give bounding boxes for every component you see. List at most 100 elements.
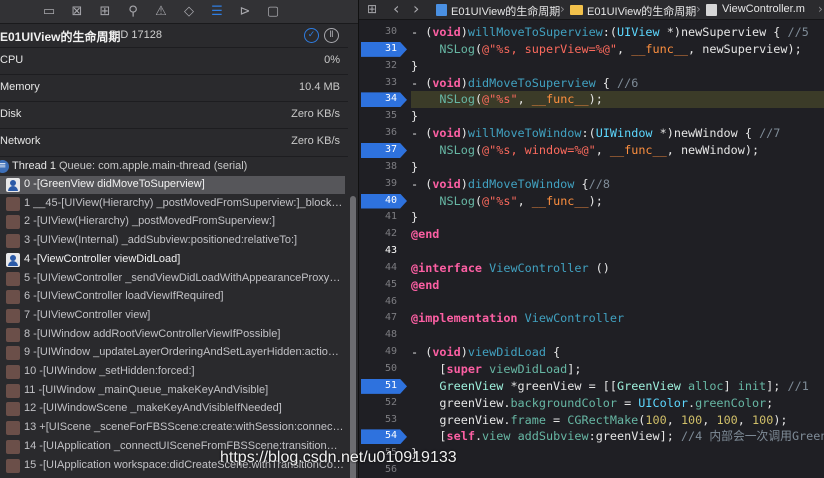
code-token: init xyxy=(737,378,767,393)
line-number[interactable]: 33 xyxy=(359,75,403,92)
warning-icon[interactable]: ⚠ xyxy=(152,3,170,21)
stack-frame-row[interactable]: 0 -[GreenView didMoveToSuperview] xyxy=(0,176,345,194)
line-number[interactable]: 53 xyxy=(359,412,403,429)
line-number[interactable]: 50 xyxy=(359,361,403,378)
line-number[interactable]: 38 xyxy=(359,159,403,176)
stack-frame-row[interactable]: 12 -[UIWindowScene _makeKeyAndVisibleIfN… xyxy=(0,400,345,418)
search-icon[interactable]: ⚲ xyxy=(124,3,142,21)
code-line[interactable]: 47 @implementation ViewController xyxy=(359,310,824,327)
code-token: viewDidLoad xyxy=(467,345,546,360)
stack-frame-row[interactable]: 13 +[UIScene _sceneForFBSScene:create:wi… xyxy=(0,419,345,437)
stack-frame-row[interactable]: 3 -[UIView(Internal) _addSubview:positio… xyxy=(0,232,345,250)
code-line[interactable]: 32} xyxy=(359,58,824,75)
stack-frame-row[interactable]: 10 -[UIWindow _setHidden:forced:] xyxy=(0,363,345,381)
debug-icon[interactable]: ☰ xyxy=(208,3,226,21)
code-token: [ xyxy=(411,362,447,376)
pause-icon[interactable]: Ⅱ xyxy=(324,28,339,43)
code-token: ); xyxy=(588,92,603,107)
line-number[interactable]: 45 xyxy=(359,277,403,294)
scrollbar-thumb[interactable] xyxy=(350,196,356,478)
test-icon[interactable]: ◇ xyxy=(180,3,198,21)
report-icon[interactable]: ▢ xyxy=(264,3,282,21)
stack-frame-row[interactable]: 6 -[UIViewController loadViewIfRequired] xyxy=(0,288,345,306)
line-number[interactable]: 35 xyxy=(359,108,403,125)
code-token: UIColor xyxy=(638,395,689,410)
line-number[interactable]: 42 xyxy=(359,226,403,243)
line-number[interactable]: 47 xyxy=(359,310,403,327)
code-token: @"%s, superView=%@" xyxy=(482,41,617,56)
code-line[interactable]: 37 NSLog(@"%s, window=%@", __func__, new… xyxy=(359,142,824,159)
code-line[interactable]: 53 greenView.frame = CGRectMake(100, 100… xyxy=(359,412,824,429)
line-number[interactable]: 31 xyxy=(359,41,403,58)
stack-frame-row[interactable]: 7 -[UIViewController view] xyxy=(0,307,345,325)
code-line[interactable]: 40 NSLog(@"%s", __func__); xyxy=(359,193,824,210)
folder-icon[interactable]: ▭ xyxy=(40,3,58,21)
source-control-icon[interactable]: ⊠ xyxy=(68,3,86,21)
line-number[interactable]: 34 xyxy=(359,91,403,108)
code-line[interactable]: 44 @interface ViewController () xyxy=(359,260,824,277)
line-number[interactable]: 46 xyxy=(359,294,403,311)
stack-frame-row[interactable]: 4 -[ViewController viewDidLoad] xyxy=(0,251,345,269)
navigator-scrollbar[interactable] xyxy=(348,24,358,478)
process-row[interactable]: E01UIView的生命周期 PID 17128 ✓ Ⅱ xyxy=(0,25,350,47)
continue-icon[interactable]: ✓ xyxy=(304,28,319,43)
code-line[interactable]: 42 @end xyxy=(359,226,824,243)
code-line[interactable]: 31 NSLog(@"%s, superView=%@", __func__, … xyxy=(359,41,824,58)
symbol-icon[interactable]: ⊞ xyxy=(96,3,114,21)
code-line[interactable]: 49 - (void)viewDidLoad { xyxy=(359,344,824,361)
line-number[interactable]: 40 xyxy=(359,193,403,210)
line-number[interactable]: 54 xyxy=(359,428,403,445)
code-token: self xyxy=(446,429,475,444)
code-token: void xyxy=(432,75,461,90)
code-token: __func__ xyxy=(609,142,667,157)
jump-bar-project[interactable]: E01UIView的生命周期 xyxy=(451,3,560,19)
code-line[interactable]: 41} xyxy=(359,209,824,226)
breakpoint-icon[interactable]: ⊳ xyxy=(236,3,254,21)
line-number[interactable]: 44 xyxy=(359,260,403,277)
code-line[interactable]: 54 [self.view addSubview:greenView]; //4… xyxy=(359,428,824,445)
forward-icon[interactable]: › xyxy=(413,0,419,18)
line-number[interactable]: 48 xyxy=(359,327,403,344)
code-line[interactable]: 38} xyxy=(359,159,824,176)
line-number[interactable]: 49 xyxy=(359,344,403,361)
stack-frame-row[interactable]: 9 -[UIWindow _updateLayerOrderingAndSetL… xyxy=(0,344,345,362)
code-line[interactable]: 36 - (void)willMoveToWindow:(UIWindow *)n… xyxy=(359,125,824,142)
stack-frame-row[interactable]: 5 -[UIViewController _sendViewDidLoadWit… xyxy=(0,270,345,288)
stack-frame-row[interactable]: 1 __45-[UIView(Hierarchy) _postMovedFrom… xyxy=(0,195,345,213)
code-line[interactable]: 34 NSLog(@"%s", __func__); xyxy=(359,91,824,109)
thread-row[interactable]: ≡ Thread 1 Queue: com.apple.main-thread … xyxy=(0,156,350,175)
code-line[interactable]: 39 - (void)didMoveToWindow {//8 xyxy=(359,176,824,193)
gauge-network[interactable]: Network Zero KB/s xyxy=(0,128,350,154)
gauge-memory[interactable]: Memory 10.4 MB xyxy=(0,74,350,100)
gauge-disk[interactable]: Disk Zero KB/s xyxy=(0,101,350,127)
code-line[interactable]: 30 - (void)willMoveToSuperview:(UIView *)… xyxy=(359,24,824,41)
line-number[interactable]: 36 xyxy=(359,125,403,142)
line-number[interactable]: 30 xyxy=(359,24,403,41)
code-line[interactable]: 46 xyxy=(359,294,824,311)
code-line[interactable]: 33 - (void)didMoveToSuperview { //6 xyxy=(359,75,824,92)
code-token: { xyxy=(595,75,617,90)
code-line[interactable]: 50 [super viewDidLoad]; xyxy=(359,361,824,378)
line-number[interactable]: 41 xyxy=(359,209,403,226)
code-line[interactable]: 51 GreenView *greenView = [[GreenView al… xyxy=(359,378,824,395)
code-line[interactable]: 52 greenView.backgroundColor = UIColor.g… xyxy=(359,395,824,412)
jump-bar-group[interactable]: E01UIView的生命周期 xyxy=(587,3,696,19)
stack-frame-row[interactable]: 8 -[UIWindow addRootViewControllerViewIf… xyxy=(0,326,345,344)
line-number[interactable]: 51 xyxy=(359,378,403,395)
code-token: willMoveToSuperview xyxy=(467,25,603,39)
stack-frame-row[interactable]: 2 -[UIView(Hierarchy) _postMovedFromSupe… xyxy=(0,213,345,231)
line-number[interactable]: 39 xyxy=(359,176,403,193)
line-number[interactable]: 43 xyxy=(359,243,403,260)
stack-frame-row[interactable]: 11 -[UIWindow _mainQueue_makeKeyAndVisib… xyxy=(0,382,345,400)
gauge-cpu[interactable]: CPU 0% xyxy=(0,47,350,73)
jump-bar-file[interactable]: ViewController.m xyxy=(722,3,805,15)
code-line[interactable]: 48 xyxy=(359,327,824,344)
code-line[interactable]: 43 xyxy=(359,243,824,260)
grid-icon[interactable]: ⊞ xyxy=(367,2,377,16)
code-line[interactable]: 45 @end xyxy=(359,277,824,294)
code-line[interactable]: 35} xyxy=(359,108,824,125)
back-icon[interactable]: ‹ xyxy=(393,0,399,18)
line-number[interactable]: 32 xyxy=(359,58,403,75)
line-number[interactable]: 52 xyxy=(359,395,403,412)
line-number[interactable]: 37 xyxy=(359,142,403,159)
